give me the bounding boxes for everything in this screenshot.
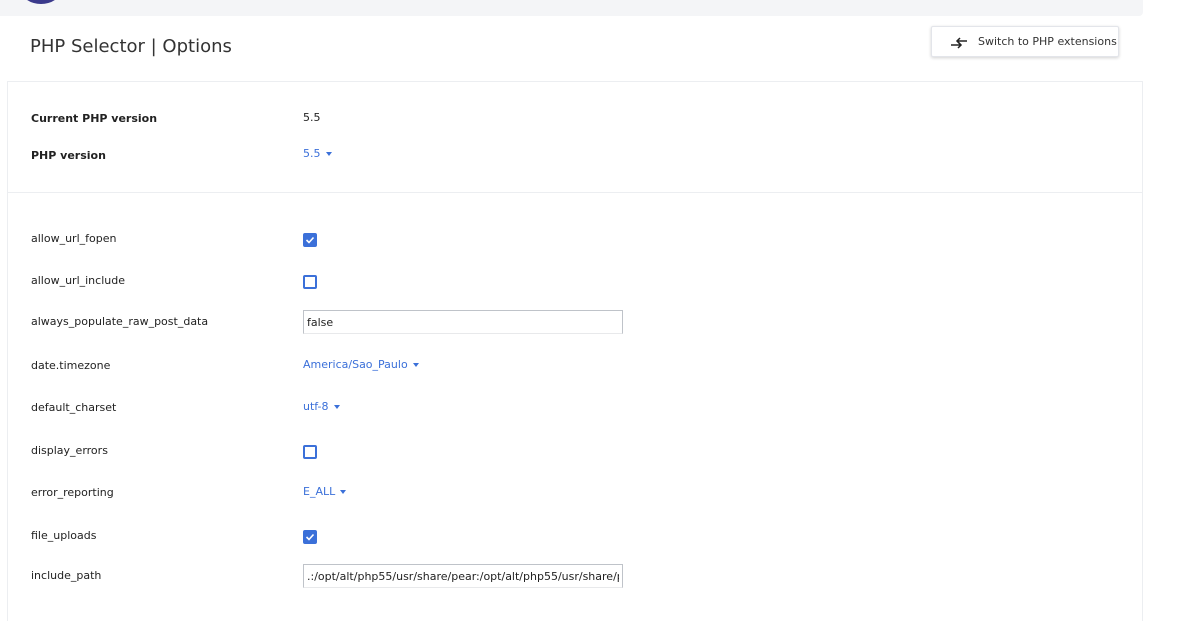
option-label-allow-url-fopen: allow_url_fopen bbox=[31, 232, 117, 245]
switch-button-label: Switch to PHP extensions bbox=[978, 35, 1117, 48]
page-title: PHP Selector | Options bbox=[30, 36, 232, 57]
date-timezone-dropdown[interactable]: America/Sao_Paulo bbox=[303, 358, 419, 371]
default-charset-dropdown[interactable]: utf-8 bbox=[303, 400, 340, 413]
date-timezone-value: America/Sao_Paulo bbox=[303, 358, 408, 371]
php-version-label: PHP version bbox=[31, 149, 106, 162]
caret-down-icon bbox=[333, 405, 340, 409]
option-label-file-uploads: file_uploads bbox=[31, 529, 97, 542]
caret-down-icon bbox=[340, 490, 347, 494]
top-bar bbox=[0, 0, 1143, 16]
error-reporting-dropdown[interactable]: E_ALL bbox=[303, 485, 347, 498]
option-label-error-reporting: error_reporting bbox=[31, 486, 114, 499]
checkbox-allow-url-include[interactable] bbox=[303, 275, 317, 289]
checkbox-display-errors[interactable] bbox=[303, 445, 317, 459]
current-php-version-label: Current PHP version bbox=[31, 112, 158, 125]
error-reporting-value: E_ALL bbox=[303, 485, 336, 498]
checkmark-icon bbox=[305, 236, 315, 244]
input-include-path[interactable] bbox=[303, 564, 623, 588]
current-php-version-value: 5.5 bbox=[303, 111, 321, 124]
php-version-dropdown-value: 5.5 bbox=[303, 147, 321, 160]
caret-down-icon bbox=[412, 363, 419, 367]
caret-down-icon bbox=[325, 152, 332, 156]
checkmark-icon bbox=[305, 533, 315, 541]
checkbox-allow-url-fopen[interactable] bbox=[303, 233, 317, 247]
php-version-dropdown[interactable]: 5.5 bbox=[303, 147, 332, 160]
option-label-allow-url-include: allow_url_include bbox=[31, 274, 125, 287]
swap-arrows-icon bbox=[950, 35, 968, 49]
section-divider bbox=[7, 192, 1143, 193]
default-charset-value: utf-8 bbox=[303, 400, 329, 413]
options-panel bbox=[7, 81, 1143, 621]
checkbox-file-uploads[interactable] bbox=[303, 530, 317, 544]
input-always-populate-raw-post-data[interactable] bbox=[303, 310, 623, 334]
option-label-date-timezone: date.timezone bbox=[31, 359, 111, 372]
option-label-default-charset: default_charset bbox=[31, 401, 117, 414]
switch-to-php-extensions-button[interactable]: Switch to PHP extensions bbox=[931, 26, 1119, 57]
option-label-always-populate-raw-post-data: always_populate_raw_post_data bbox=[31, 315, 209, 328]
option-label-include-path: include_path bbox=[31, 569, 102, 582]
option-label-display-errors: display_errors bbox=[31, 444, 108, 457]
